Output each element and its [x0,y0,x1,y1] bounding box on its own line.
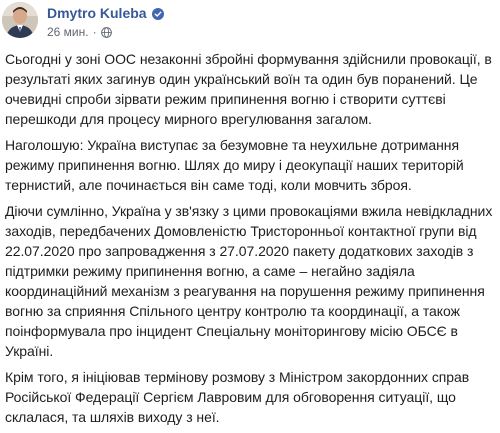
post-paragraph: Крім того, я ініціював термінову розмову… [5,369,470,425]
post-paragraph: Наголошую: Україна виступає за безумовне… [5,137,464,193]
verified-badge-icon [151,7,164,20]
avatar-photo [2,2,38,38]
post-body: Сьогодні у зоні ООС незаконні збройні фо… [5,49,495,433]
facebook-post: Dmytro Kuleba 26 мин. · Сьогодні у зоні … [0,0,500,425]
post-paragraph: Діючи сумлінно, Україна у зв'язку з цими… [5,203,493,359]
post-meta: 26 мин. · [47,24,112,40]
meta-separator: · [92,25,97,39]
author-name-link[interactable]: Dmytro Kuleba [47,4,147,22]
author-line: Dmytro Kuleba [47,4,164,22]
post-header: Dmytro Kuleba 26 мин. · [0,0,500,48]
globe-icon[interactable] [100,26,112,38]
post-timestamp[interactable]: 26 мин. [47,24,89,40]
post-paragraph: Сьогодні у зоні ООС незаконні збройні фо… [5,51,492,127]
author-avatar[interactable] [2,2,38,38]
